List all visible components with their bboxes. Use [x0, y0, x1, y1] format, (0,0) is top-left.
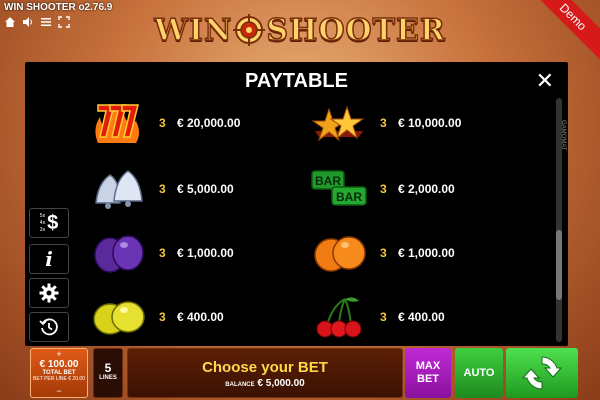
payout-multiplier: 3: [159, 116, 166, 130]
info-button[interactable]: i: [29, 244, 69, 274]
payout-value: € 1,000.00: [177, 246, 234, 260]
spin-icon: [521, 356, 563, 390]
balance-label: BALANCE: [225, 382, 255, 388]
dollar-icon: $: [47, 211, 59, 234]
payout-multiplier: 3: [380, 116, 387, 130]
payout-multiplier: 3: [380, 182, 387, 196]
bar-top-text: BAR: [315, 174, 341, 188]
lines-box: 5 LINES: [93, 348, 123, 398]
settings-button[interactable]: [29, 278, 69, 308]
demo-label: Demo: [556, 0, 590, 34]
paytable-row: 3 € 20,000.00: [87, 98, 240, 148]
payout-multiplier: 3: [380, 246, 387, 260]
top-icons: [4, 16, 70, 28]
status-message: Choose your BET: [202, 359, 328, 376]
payout-value: € 20,000.00: [177, 116, 241, 130]
paytable-panel: PAYTABLE ✕ GAMOMAT 3 € 20,000.00 3 € 10,…: [25, 62, 568, 346]
paytable-row: 3 € 10,000.00: [308, 98, 461, 148]
paytable-row: BAR BAR 3 € 2,000.00: [308, 164, 455, 214]
paytable-lines: 5x 4x 3x: [39, 212, 46, 233]
paytable-button[interactable]: 5x 4x 3x $: [29, 208, 69, 238]
paytable-row: 3 € 400.00: [87, 292, 224, 342]
payout-value: € 5,000.00: [177, 182, 234, 196]
paytable-row: 3 € 5,000.00: [87, 164, 234, 214]
payout-value: € 400.00: [398, 310, 445, 324]
bar-bar-icon: BAR BAR: [308, 164, 370, 214]
bet-per-line: BET PER LINE € 20.00: [33, 376, 85, 382]
game-logo: WIN SHOOTER: [130, 10, 470, 50]
crosshair-icon: [233, 14, 266, 46]
sound-icon[interactable]: [22, 16, 34, 28]
auto-button[interactable]: AUTO: [455, 348, 503, 398]
payout-value: € 400.00: [177, 310, 224, 324]
payout-value: € 10,000.00: [398, 116, 462, 130]
payout-multiplier: 3: [159, 310, 166, 324]
cherries-icon: [308, 292, 370, 342]
lines-value: 5: [104, 361, 112, 375]
bells-icon: [87, 164, 149, 214]
bar-bottom-text: BAR: [336, 190, 362, 204]
plums-icon: [87, 228, 149, 278]
scrollbar[interactable]: [556, 98, 562, 342]
message-box: Choose your BET BALANCE € 5,000.00: [127, 348, 403, 398]
balance-display: BALANCE € 5,000.00: [128, 378, 402, 389]
info-icon: i: [45, 247, 53, 271]
payout-value: € 2,000.00: [398, 182, 455, 196]
fullscreen-icon[interactable]: [58, 16, 70, 28]
history-icon: [39, 318, 58, 336]
payout-multiplier: 3: [380, 310, 387, 324]
sevens-fire-icon: [87, 98, 149, 148]
home-icon[interactable]: [4, 16, 16, 28]
paytable-row: 3 € 1,000.00: [308, 228, 455, 278]
payout-multiplier: 3: [159, 182, 166, 196]
logo-text-right: SHOOTER: [266, 12, 446, 49]
balance-value: € 5,000.00: [257, 378, 305, 389]
lemons-icon: [87, 292, 149, 342]
history-button[interactable]: [29, 312, 69, 342]
total-bet-value: € 100.00: [39, 359, 79, 370]
oranges-icon: [308, 228, 370, 278]
total-bet-box[interactable]: + € 100.00 TOTAL BET BET PER LINE € 20.0…: [30, 348, 88, 398]
paytable-row: 3 € 1,000.00: [87, 228, 234, 278]
stars-icon: [308, 98, 370, 148]
gear-icon: [39, 283, 59, 303]
paytable-title: PAYTABLE: [245, 70, 348, 92]
max-bet-button[interactable]: MAX BET: [405, 348, 451, 398]
payout-value: € 1,000.00: [398, 246, 455, 260]
payout-multiplier: 3: [159, 246, 166, 260]
bet-plus-button[interactable]: +: [31, 350, 87, 359]
demo-ribbon: Demo: [526, 0, 600, 64]
scrollbar-thumb[interactable]: [556, 230, 562, 300]
menu-icon[interactable]: [40, 16, 52, 28]
logo-text-left: WIN: [153, 12, 233, 49]
spin-button[interactable]: [506, 348, 578, 398]
version-label: WIN SHOOTER o2.76.9: [4, 2, 113, 13]
close-icon[interactable]: ✕: [536, 68, 554, 94]
paytable-row: 3 € 400.00: [308, 292, 445, 342]
bottom-bar: + € 100.00 TOTAL BET BET PER LINE € 20.0…: [0, 346, 600, 400]
lines-label: LINES: [99, 375, 117, 381]
bet-minus-button[interactable]: −: [31, 387, 87, 396]
